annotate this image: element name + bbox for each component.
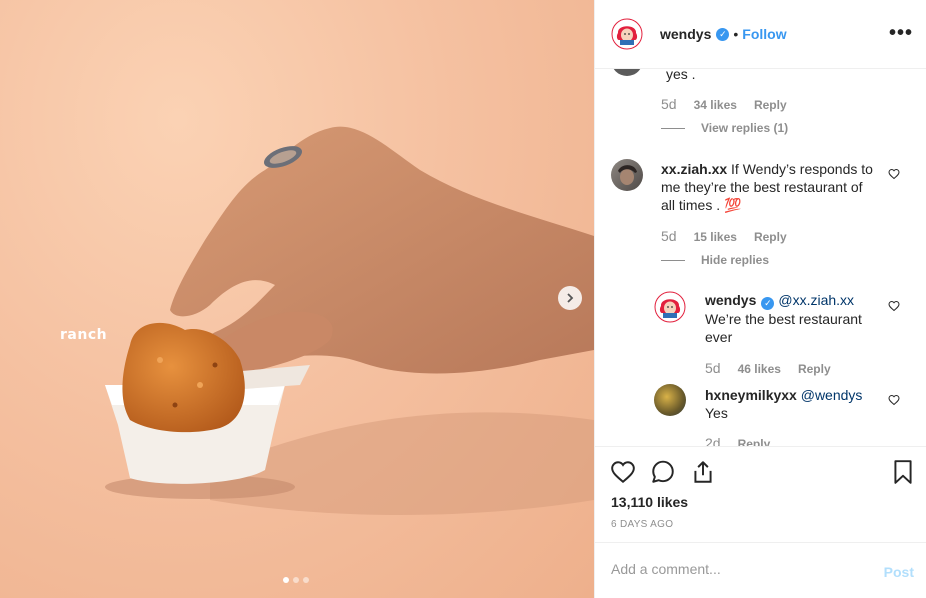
comment-body: xx.ziah.xx If Wendy’s responds to me the… (661, 160, 876, 214)
reply-like-heart-icon[interactable] (888, 394, 900, 406)
wendys-avatar[interactable] (611, 18, 643, 50)
image-caption-text: ranch (60, 327, 108, 343)
separator-dot: • (733, 26, 739, 42)
verified-icon: ✓ (761, 297, 775, 310)
reply-button[interactable]: Reply (798, 362, 831, 376)
share-icon[interactable] (690, 459, 716, 485)
heart-icon[interactable] (610, 459, 636, 485)
post-timestamp[interactable]: 6 DAYS AGO (611, 519, 673, 530)
comment-input[interactable] (611, 561, 861, 577)
user-photo-icon (618, 165, 637, 185)
wendys-logo-icon (611, 18, 643, 50)
reply-meta: 2d Reply (705, 435, 770, 446)
reply-username[interactable]: hxneymilkyxx (705, 387, 797, 403)
comment-like-heart-icon[interactable] (888, 168, 900, 180)
comment-likes[interactable]: 34 likes (694, 98, 737, 112)
bookmark-icon[interactable] (890, 459, 916, 485)
reply-button[interactable]: Reply (738, 437, 771, 446)
replies-divider (661, 259, 685, 261)
more-icon[interactable]: ••• (889, 23, 913, 43)
reply-mention[interactable]: @wendys (801, 387, 863, 403)
hide-replies-label: Hide replies (701, 253, 770, 267)
reply-username[interactable]: wendys (705, 292, 756, 308)
hundred-emoji-icon: 💯 (724, 197, 742, 213)
comment-avatar[interactable] (611, 69, 643, 76)
reply-time[interactable]: 5d (705, 360, 721, 376)
carousel-next-button[interactable] (558, 286, 582, 310)
chevron-right-icon (567, 293, 574, 303)
reply-likes[interactable]: 46 likes (738, 362, 781, 376)
comments-list[interactable]: yes . 5d 34 likes Reply View replies (1)… (595, 69, 926, 446)
follow-button[interactable]: Follow (742, 26, 786, 42)
comment-time[interactable]: 5d (661, 228, 677, 244)
wendys-logo-icon (654, 291, 686, 323)
replies-divider (661, 127, 685, 129)
reply-body: wendys ✓ @xx.ziah.xx We’re the best restau… (705, 291, 877, 346)
post-actions-bar (595, 446, 926, 484)
carousel-dot-1 (283, 577, 289, 583)
reply-avatar[interactable] (654, 384, 686, 416)
comment-time[interactable]: 5d (661, 96, 677, 112)
reply-time[interactable]: 2d (705, 435, 721, 446)
reply-meta: 5d 46 likes Reply (705, 360, 831, 376)
reply-text: We’re the best restaurant ever (705, 311, 862, 345)
add-comment-section: Post (595, 542, 926, 598)
hide-replies-button[interactable]: Hide replies (661, 253, 769, 267)
reply-button[interactable]: Reply (754, 230, 787, 244)
reply-avatar[interactable] (654, 291, 686, 323)
reply-mention[interactable]: @xx.ziah.xx (778, 292, 854, 308)
view-replies-button[interactable]: View replies (1) (661, 121, 788, 135)
carousel-indicator (283, 577, 309, 583)
comment-username[interactable]: xx.ziah.xx (661, 161, 727, 177)
view-replies-label: View replies (1) (701, 121, 789, 135)
comment-icon[interactable] (650, 459, 676, 485)
nugget-hand-photo (105, 126, 594, 515)
post-button[interactable]: Post (884, 564, 914, 580)
comment-text: yes . (666, 69, 696, 82)
reply-text: Yes (705, 405, 728, 421)
comment-meta: 5d 34 likes Reply (661, 96, 787, 112)
post-header: wendys ✓ • Follow ••• (595, 0, 926, 69)
reply-body: hxneymilkyxx @wendys Yes (705, 386, 877, 422)
comment-meta: 5d 15 likes Reply (661, 228, 787, 244)
reply-like-heart-icon[interactable] (888, 300, 900, 312)
comment-likes[interactable]: 15 likes (694, 230, 737, 244)
reply-button[interactable]: Reply (754, 98, 787, 112)
account-username[interactable]: wendys (660, 26, 711, 42)
carousel-dot-3 (303, 577, 309, 583)
post-image[interactable]: ranch (0, 0, 594, 598)
likes-count[interactable]: 13,110 likes (611, 494, 688, 510)
post-side-panel: wendys ✓ • Follow ••• yes . 5d 34 likes … (594, 0, 926, 598)
verified-icon: ✓ (716, 27, 730, 41)
carousel-dot-2 (293, 577, 299, 583)
comment-avatar[interactable] (611, 159, 643, 191)
